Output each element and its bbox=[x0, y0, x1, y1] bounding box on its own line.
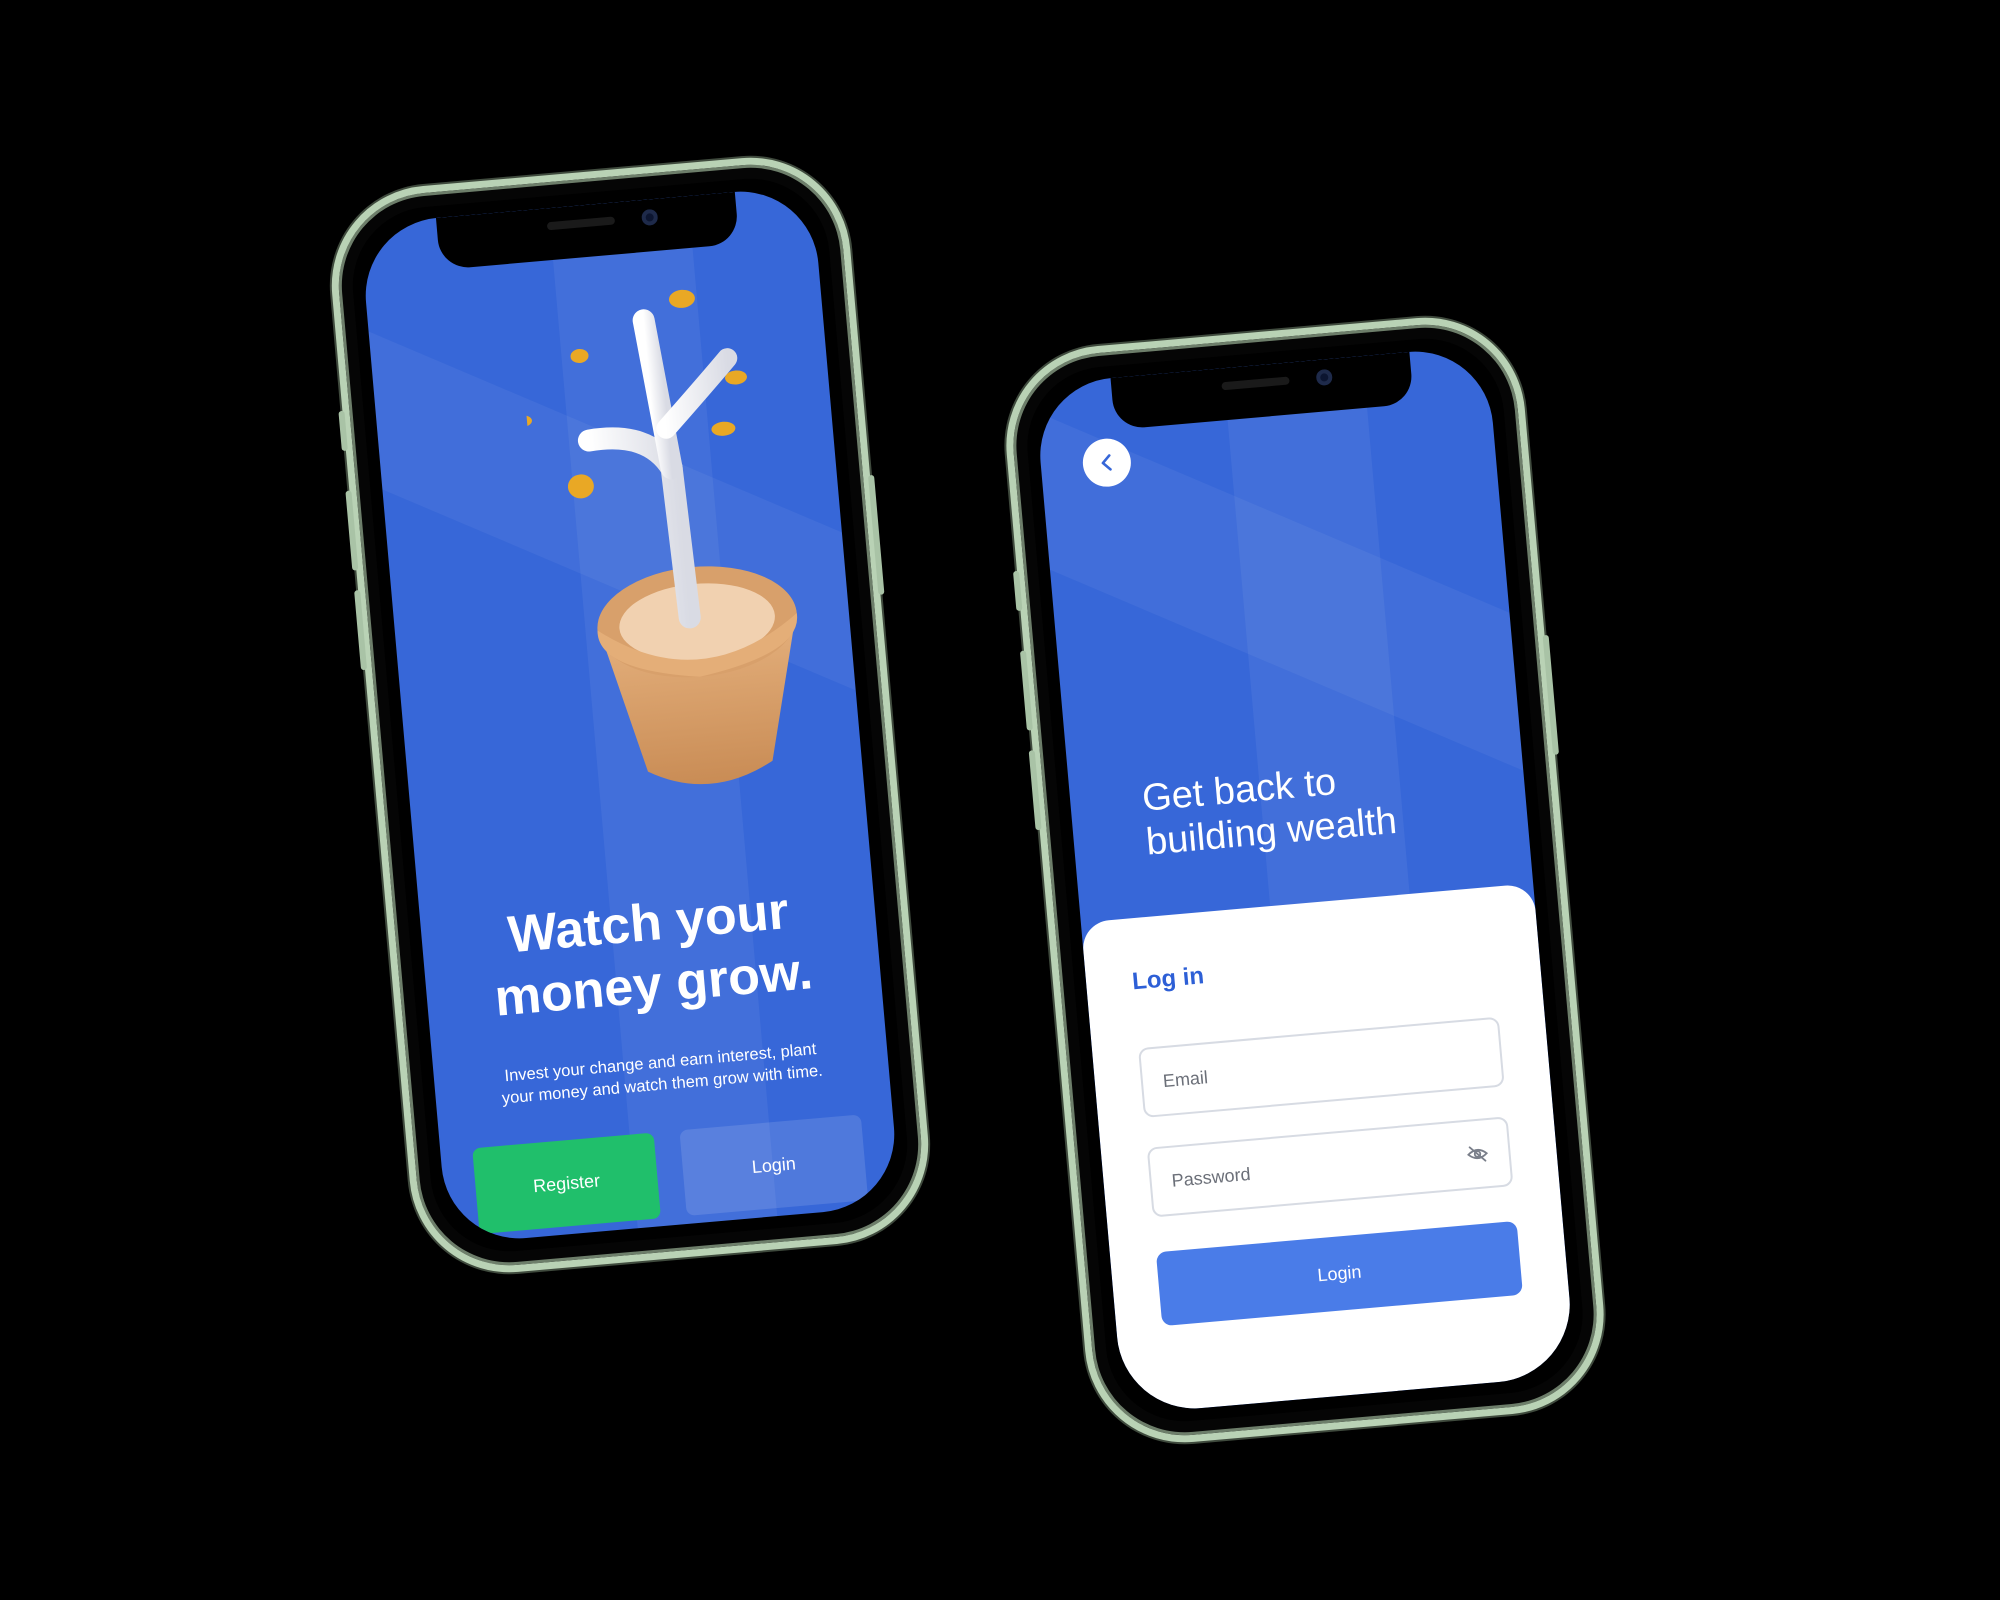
mute-switch bbox=[338, 410, 348, 452]
chevron-left-icon bbox=[1101, 454, 1112, 471]
password-placeholder: Password bbox=[1170, 1163, 1252, 1191]
volume-down-button bbox=[354, 590, 368, 671]
login-panel-title: Log in bbox=[1131, 962, 1206, 996]
onboarding-screen: Watch your money grow. Invest your chang… bbox=[359, 185, 901, 1245]
email-field[interactable]: Email bbox=[1138, 1016, 1505, 1118]
cta-row: Register Login bbox=[472, 1114, 869, 1235]
power-button bbox=[1542, 634, 1560, 755]
camera-icon bbox=[1315, 368, 1333, 387]
plant-with-coins-icon bbox=[515, 289, 798, 785]
speaker-grille bbox=[546, 216, 616, 231]
login-submit-button[interactable]: Login bbox=[1155, 1220, 1523, 1327]
password-field[interactable]: Password bbox=[1146, 1116, 1514, 1218]
speaker-grille bbox=[1221, 376, 1290, 391]
login-button[interactable]: Login bbox=[679, 1114, 869, 1216]
phone-login: Get back to building wealth Log in Email… bbox=[998, 309, 1612, 1451]
camera-icon bbox=[641, 208, 659, 227]
email-placeholder: Email bbox=[1162, 1066, 1209, 1091]
login-panel: Log in Email Password Login bbox=[1080, 883, 1577, 1415]
volume-up-button bbox=[1019, 650, 1033, 731]
mute-switch bbox=[1012, 570, 1023, 612]
onboarding-headline: Watch your money grow. bbox=[492, 882, 815, 1028]
eye-off-icon[interactable] bbox=[1466, 1142, 1490, 1166]
login-screen: Get back to building wealth Log in Email… bbox=[1033, 345, 1577, 1415]
volume-down-button bbox=[1028, 750, 1042, 831]
power-button bbox=[868, 474, 885, 595]
volume-up-button bbox=[345, 490, 359, 571]
register-button[interactable]: Register bbox=[472, 1132, 661, 1235]
phone-onboarding: Watch your money grow. Invest your chang… bbox=[323, 149, 937, 1281]
